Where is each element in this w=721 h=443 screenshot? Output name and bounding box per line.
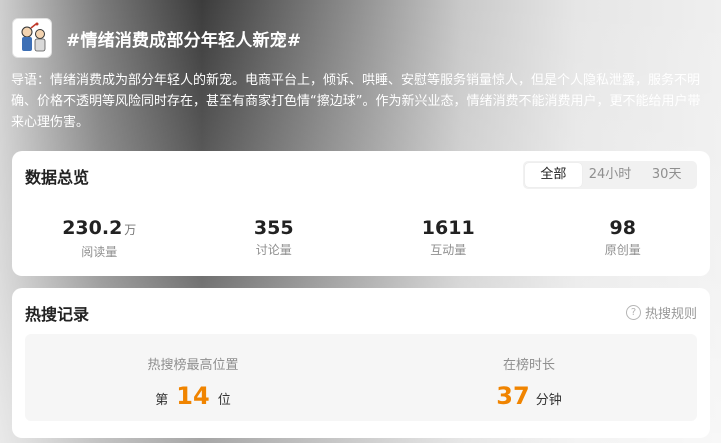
hot-search-title: 热搜记录 <box>25 305 90 324</box>
stat-label: 阅读量 <box>81 245 118 259</box>
topic-header: #情绪消费成部分年轻人新宠# <box>12 18 301 58</box>
highest-rank-value-row: 第 14 位 <box>25 382 361 410</box>
hot-search-card: 热搜记录 ? 热搜规则 热搜榜最高位置 第 14 位 在榜时长 37 分钟 <box>12 288 710 438</box>
duration-value-row: 37 分钟 <box>361 382 697 410</box>
stat-value: 355 <box>187 217 362 239</box>
tab-30d[interactable]: 30天 <box>638 163 695 187</box>
stat-label: 原创量 <box>604 243 641 257</box>
highest-rank-label: 热搜榜最高位置 <box>147 358 239 373</box>
stat-reads: 230.2 万 阅读量 <box>12 217 187 260</box>
stat-discussions: 355 讨论量 <box>187 217 362 260</box>
stat-unit: 万 <box>124 223 137 237</box>
tab-24h[interactable]: 24小时 <box>582 163 639 187</box>
hot-search-panel: 热搜榜最高位置 第 14 位 在榜时长 37 分钟 <box>25 334 697 421</box>
stat-number: 98 <box>609 217 636 239</box>
stat-value: 230.2 万 <box>12 217 187 241</box>
rank-suffix: 位 <box>217 393 231 408</box>
stat-number: 1611 <box>421 217 475 239</box>
data-overview-card: 数据总览 全部 24小时 30天 230.2万 阅读量 355 讨论量 161 <box>12 151 710 276</box>
stat-label: 讨论量 <box>255 243 292 257</box>
tab-all[interactable]: 全部 <box>525 163 582 187</box>
stat-label: 互动量 <box>430 243 467 257</box>
duration-suffix: 分钟 <box>535 393 562 408</box>
time-range-tabs: 全部 24小时 30天 <box>523 161 697 189</box>
hot-search-rules-label: 热搜规则 <box>644 307 697 322</box>
rank-prefix: 第 <box>155 393 169 408</box>
stat-number: 355 <box>253 217 294 239</box>
hot-search-rules-link[interactable]: ? 热搜规则 <box>625 303 697 322</box>
stat-number: 230.2 <box>62 217 123 239</box>
topic-intro: 导语：情绪消费成为部分年轻人的新宠。电商平台上，倾诉、哄睡、安慰等服务销量惊人，… <box>11 73 701 130</box>
stat-value: 98 <box>536 217 711 239</box>
stats-row: 230.2 万 阅读量 355 讨论量 1611 互动量 98 原创量 <box>12 217 710 260</box>
stat-interactions: 1611 互动量 <box>361 217 536 260</box>
duration-item: 在榜时长 37 分钟 <box>361 334 697 421</box>
cartoon-thumbnail-icon <box>12 18 52 58</box>
stat-originals: 98 原创量 <box>536 217 711 260</box>
topic-page: #情绪消费成部分年轻人新宠# 导语：情绪消费成为部分年轻人的新宠。电商平台上，倾… <box>0 0 721 443</box>
highest-rank-value: 14 <box>176 382 210 410</box>
topic-title: #情绪消费成部分年轻人新宠# <box>66 30 302 51</box>
duration-label: 在榜时长 <box>502 358 555 373</box>
duration-value: 37 <box>496 382 530 410</box>
highest-rank-item: 热搜榜最高位置 第 14 位 <box>25 334 361 421</box>
data-overview-title: 数据总览 <box>25 168 90 187</box>
stat-value: 1611 <box>361 217 536 239</box>
question-circle-icon: ? <box>625 305 641 320</box>
